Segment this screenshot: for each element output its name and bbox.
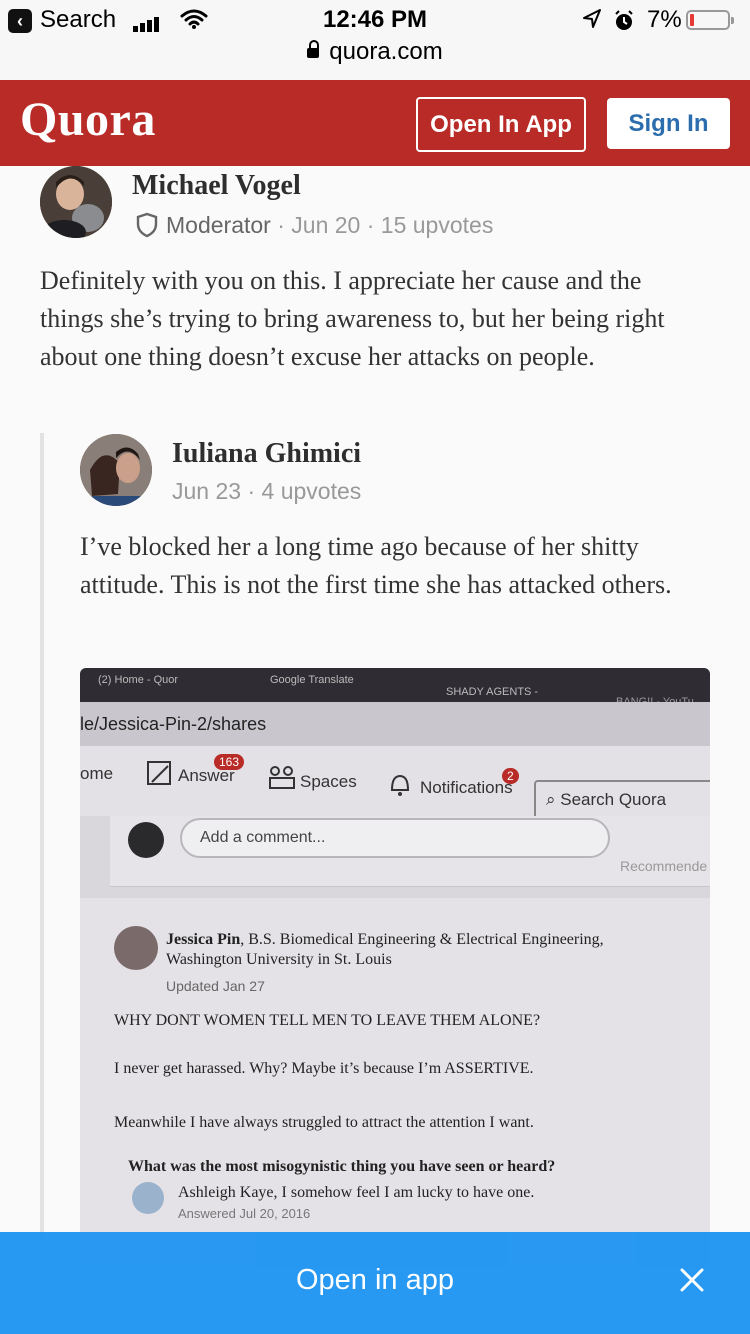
photo-question-author: Ashleigh Kaye [178, 1184, 274, 1201]
photo-answer-author: Jessica Pin [166, 931, 241, 948]
photo-spaces-icon [269, 766, 295, 789]
photo-jessica-avatar [114, 926, 158, 970]
battery-percent: 7% [647, 6, 682, 33]
photo-answer-header: Jessica Pin, B.S. Biomedical Engineering… [166, 930, 706, 970]
photo-answer-credential-2: Washington University in St. Louis [166, 951, 392, 968]
photo-recommended-text: Recommende [620, 858, 708, 874]
photo-url-bar: le/Jessica-Pin-2/shares [80, 702, 710, 746]
photo-answer-updated: Updated Jan 27 [166, 978, 265, 994]
meta-separator: · [366, 212, 381, 238]
photo-search-label: Search Quora [560, 790, 667, 809]
close-icon[interactable] [678, 1266, 706, 1294]
photo-line-3: Meanwhile I have always struggled to att… [114, 1114, 534, 1131]
photo-search-icon: ⌕ [546, 790, 561, 809]
reply-text: I’ve blocked her a long time ago because… [80, 532, 672, 599]
status-bar: ‹ Search 12:46 PM 7% quora.com [0, 0, 750, 80]
quora-logo[interactable]: Quora [20, 92, 156, 147]
reply-author[interactable]: Iuliana Ghimici [172, 438, 361, 470]
comment-meta: Moderator · Jun 20 · 15 upvotes [136, 212, 493, 240]
comment-text: Definitely with you on this. I appreciat… [40, 266, 665, 371]
reply-upvotes[interactable]: 4 upvotes [262, 478, 362, 504]
photo-question-author-text: , I somehow feel I am lucky to have one. [273, 1184, 535, 1201]
comment-date[interactable]: Jun 20 [291, 212, 360, 238]
location-arrow-icon [583, 9, 601, 28]
moderator-label: Moderator [166, 212, 271, 238]
photo-bell-icon [390, 774, 410, 796]
address-bar[interactable]: quora.com [0, 38, 750, 66]
clock: 12:46 PM [322, 6, 428, 33]
photo-question-answer-line: Ashleigh Kaye, I somehow feel I am lucky… [178, 1184, 534, 1202]
comment-author[interactable]: Michael Vogel [132, 170, 301, 202]
photo-question: What was the most misogynistic thing you… [128, 1158, 556, 1175]
photo-url-text: le/Jessica-Pin-2/shares [80, 714, 267, 734]
photo-browser-tabs: (2) Home - Quor Google Translate SHADY A… [80, 668, 710, 708]
avatar[interactable] [80, 434, 152, 506]
photo-answer-credential: , B.S. Biomedical Engineering & Electric… [240, 931, 604, 948]
photo-line-2: I never get harassed. Why? Maybe it’s be… [114, 1060, 534, 1077]
photo-nav-spaces: Spaces [300, 772, 357, 791]
moderator-shield-icon [136, 212, 158, 238]
alarm-icon [615, 10, 633, 30]
comment-upvotes[interactable]: 15 upvotes [381, 212, 494, 238]
meta-separator: · [241, 478, 262, 504]
battery-icon [686, 10, 734, 30]
photo-small-avatar [128, 822, 164, 858]
reply-meta: Jun 23 · 4 upvotes [172, 478, 361, 505]
photo-tab: SHADY AGENTS - [446, 686, 539, 698]
photo-answer-icon [147, 761, 171, 785]
photo-tab: (2) Home - Quor [98, 674, 179, 686]
lock-icon [307, 40, 320, 58]
attached-photo[interactable]: (2) Home - Quor Google Translate SHADY A… [80, 668, 710, 1268]
photo-question-answered: Answered Jul 20, 2016 [178, 1206, 311, 1221]
photo-ashleigh-avatar [132, 1182, 164, 1214]
photo-line-1: WHY DONT WOMEN TELL MEN TO LEAVE THEM AL… [114, 1012, 541, 1029]
url-text: quora.com [329, 38, 443, 65]
site-header: Quora Open In App Sign In [0, 80, 750, 166]
photo-notifications-badge: 2 [502, 768, 519, 784]
reply-date[interactable]: Jun 23 [172, 478, 241, 504]
reply-thread-line [40, 433, 44, 1243]
photo-tab: Google Translate [270, 674, 354, 686]
photo-answer-badge: 163 [214, 754, 245, 770]
open-in-app-banner[interactable]: Open in app [0, 1232, 750, 1334]
photo-nav-home: ome [80, 764, 114, 783]
michael-avatar-image [40, 166, 112, 238]
meta-separator: · [277, 212, 292, 238]
photo-nav-notifications: Notifications [420, 778, 513, 797]
open-in-app-banner-label[interactable]: Open in app [0, 1264, 750, 1297]
sign-in-button[interactable]: Sign In [607, 98, 730, 149]
iuliana-avatar-image [80, 434, 152, 506]
avatar[interactable] [40, 166, 112, 238]
photo-comment-input: Add a comment... [180, 818, 610, 858]
photo-search-box: ⌕ Search Quora [534, 780, 710, 820]
open-in-app-button[interactable]: Open In App [416, 97, 586, 152]
